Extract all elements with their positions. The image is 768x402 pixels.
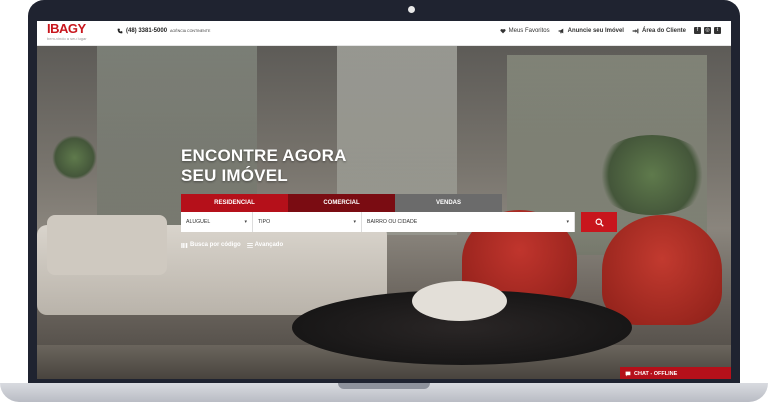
phone-contact[interactable]: (48) 3381-5000 AGÊNCIA CONTINENTE [117, 28, 210, 34]
transaction-value: ALUGUEL [186, 219, 211, 225]
megaphone-icon [558, 28, 563, 33]
hero-headline: ENCONTRE AGORA SEU IMÓVEL [181, 146, 347, 186]
tab-residencial[interactable]: RESIDENCIAL [181, 194, 288, 212]
search-links: Busca por código Avançado [181, 242, 283, 248]
chevron-down-icon: ▾ [244, 219, 247, 225]
login-icon [632, 28, 639, 33]
search-button[interactable] [581, 212, 617, 232]
top-nav: Meus Favoritos Anuncie seu Imóvel Área d… [500, 27, 721, 34]
menu-icon [246, 242, 253, 248]
nav-favorites[interactable]: Meus Favoritos [500, 28, 550, 34]
nav-client-label: Área do Cliente [641, 27, 686, 34]
chevron-down-icon: ▾ [566, 219, 569, 225]
type-value: TIPO [258, 219, 271, 225]
logo-tagline: bem-vindo a seu lugar [47, 36, 87, 41]
sofa-cushion [47, 215, 167, 275]
code-search-label: Busca por código [190, 242, 241, 248]
heart-icon [500, 28, 506, 33]
advanced-search-label: Avançado [254, 242, 284, 248]
social-links: f ◎ t [694, 27, 721, 34]
search-icon [595, 218, 604, 227]
chat-label: CHAT - OFFLINE [634, 371, 678, 377]
location-value: BAIRRO OU CIDADE [367, 219, 418, 225]
chat-widget[interactable]: CHAT - OFFLINE [620, 367, 731, 379]
advanced-search-link[interactable]: Avançado [246, 242, 284, 248]
logo[interactable]: IBAGY bem-vindo a seu lugar [47, 22, 87, 41]
code-search-link[interactable]: Busca por código [181, 242, 241, 248]
search-tabs: RESIDENCIAL COMERCIAL VENDAS [181, 194, 502, 212]
chevron-down-icon: ▾ [353, 219, 356, 225]
screen: IBAGY bem-vindo a seu lugar (48) 3381-50… [37, 21, 731, 379]
camera-dot [408, 6, 415, 13]
nav-client-area[interactable]: Área do Cliente [632, 28, 686, 34]
phone-number: (48) 3381-5000 [126, 28, 168, 34]
phone-note: AGÊNCIA CONTINENTE [170, 29, 211, 33]
plant-right [592, 135, 712, 215]
type-select[interactable]: TIPO ▾ [253, 212, 362, 232]
top-bar: IBAGY bem-vindo a seu lugar (48) 3381-50… [37, 21, 731, 46]
headline-line-2: SEU IMÓVEL [181, 166, 288, 185]
phone-icon [117, 28, 123, 34]
twitter-icon[interactable]: t [714, 27, 721, 34]
tab-vendas[interactable]: VENDAS [395, 194, 502, 212]
transaction-select[interactable]: ALUGUEL ▾ [181, 212, 253, 232]
nav-announce[interactable]: Anuncie seu Imóvel [558, 28, 624, 34]
red-chair-right [602, 215, 722, 325]
laptop-notch [338, 383, 430, 389]
instagram-icon[interactable]: ◎ [704, 27, 711, 34]
nav-favorites-label: Meus Favoritos [508, 27, 550, 34]
headline-line-1: ENCONTRE AGORA [181, 146, 347, 165]
facebook-icon[interactable]: f [694, 27, 701, 34]
tab-comercial[interactable]: COMERCIAL [288, 194, 395, 212]
chat-icon [625, 371, 631, 377]
nav-announce-label: Anuncie seu Imóvel [567, 27, 624, 34]
logo-text: IBAGY [47, 21, 86, 36]
table-tray [412, 281, 507, 321]
barcode-icon [181, 242, 188, 248]
plant-left [52, 135, 97, 180]
location-select[interactable]: BAIRRO OU CIDADE ▾ [362, 212, 575, 232]
search-filters: ALUGUEL ▾ TIPO ▾ BAIRRO OU CIDADE ▾ [181, 212, 617, 232]
